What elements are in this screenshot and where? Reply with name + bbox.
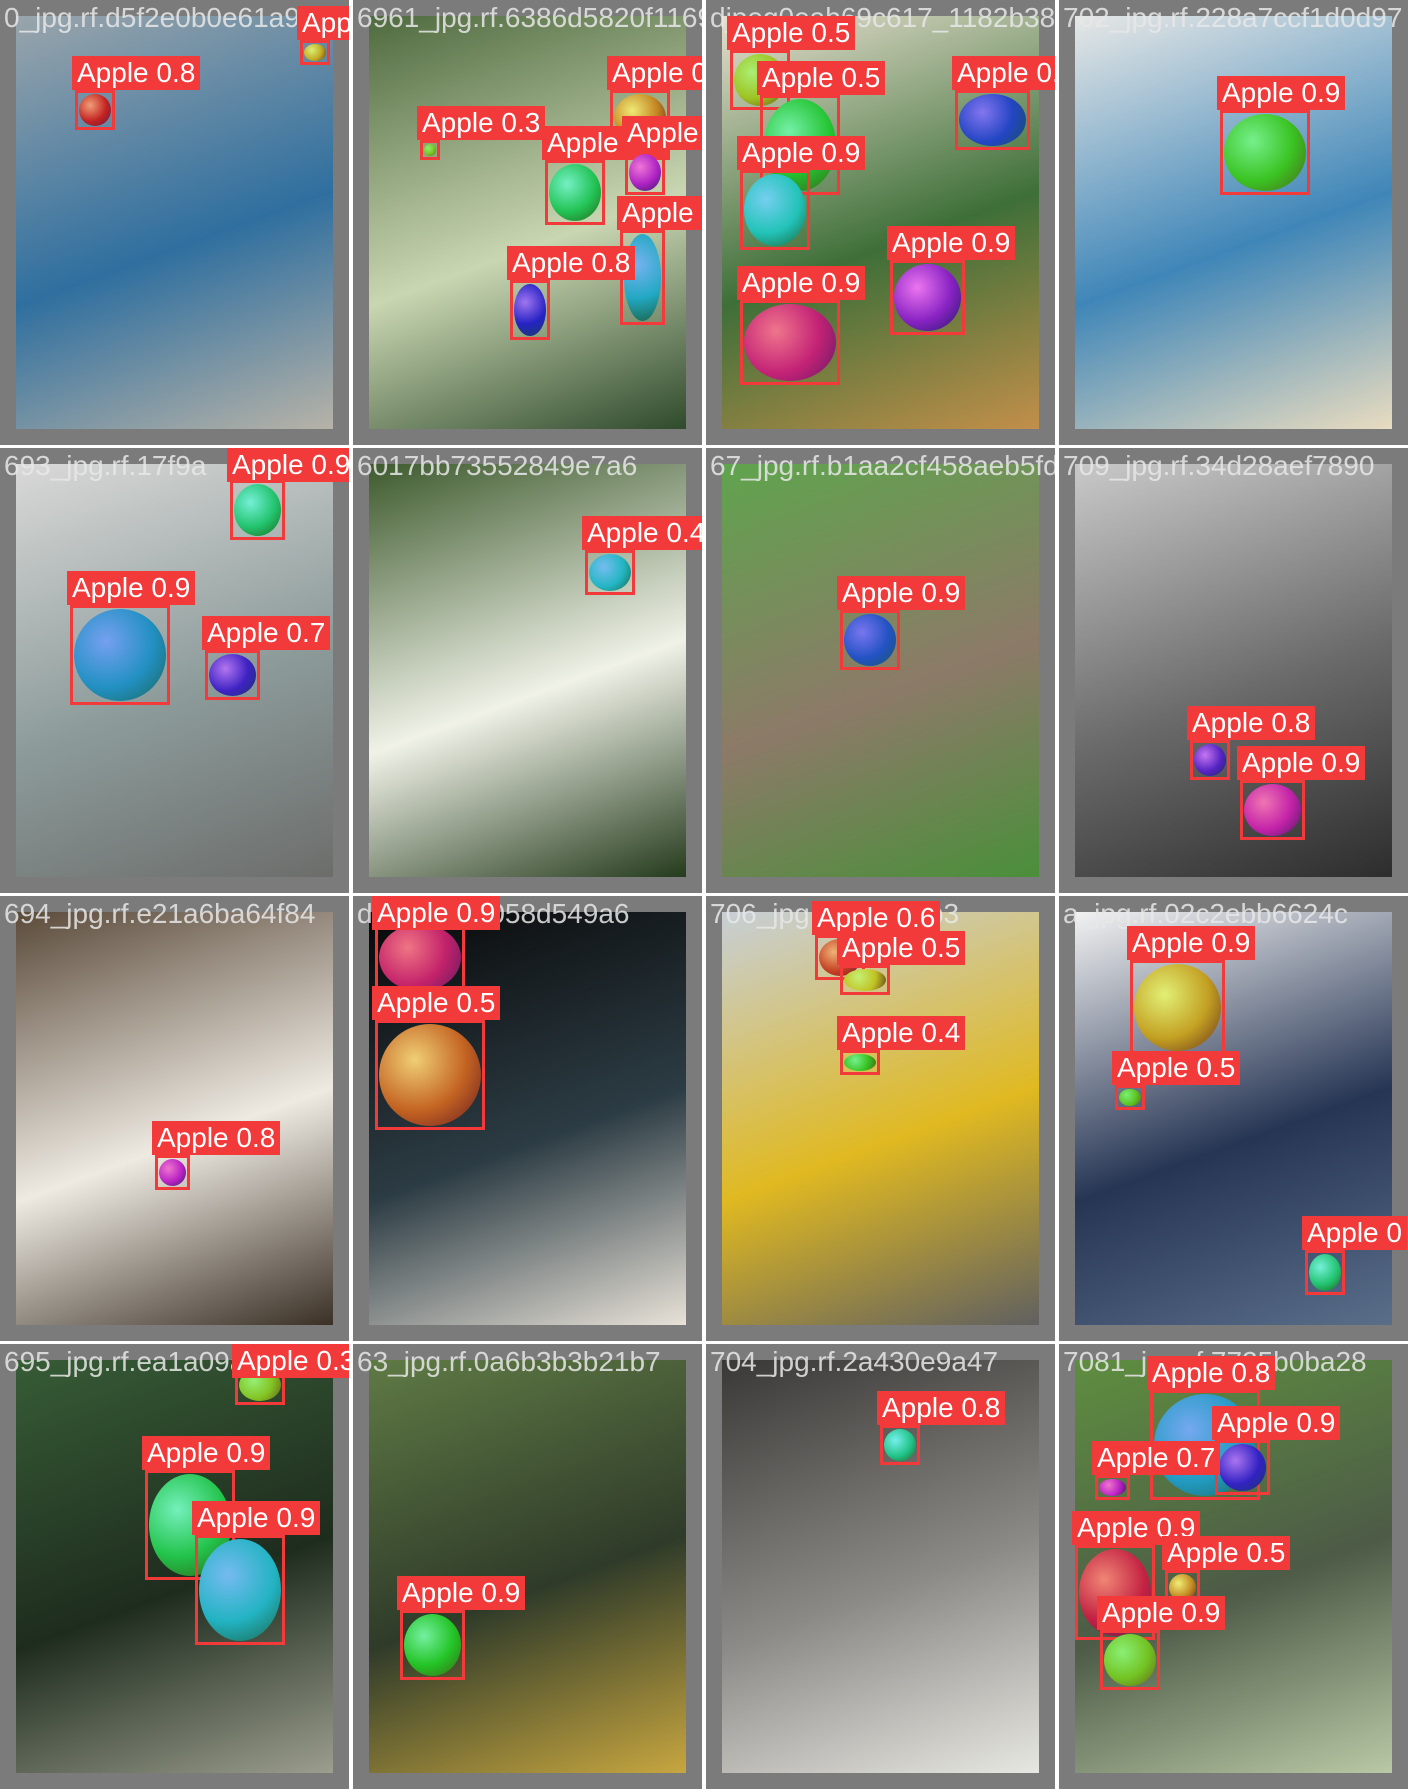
detection-box[interactable] bbox=[70, 605, 170, 705]
detection-label: Apple 0.9 bbox=[607, 56, 702, 90]
tile[interactable]: 67_jpg.rf.b1aa2cf458aeb5fd27 Apple 0.9 bbox=[706, 448, 1055, 893]
detection-label: Apple 0.5 bbox=[727, 16, 856, 50]
tile[interactable]: a_jpg.rf.02c2ebb6624c Apple 0.9 Apple 0.5 A… bbox=[1059, 896, 1408, 1341]
detection-box[interactable] bbox=[625, 150, 665, 195]
detection-box[interactable] bbox=[1305, 1250, 1345, 1295]
detection-box[interactable] bbox=[840, 1050, 880, 1075]
tile[interactable]: 6017bb73552849e7a6 Apple 0.4 bbox=[353, 448, 702, 893]
detection-label: Apple 0.3 bbox=[417, 106, 546, 140]
detection-label: Apple 0.5 bbox=[1162, 1536, 1291, 1570]
detection-label: Apple 0.5 bbox=[372, 986, 501, 1020]
tile[interactable]: 0_jpg.rf.d5f2e0b0e61a96Apple 0.8Apple 0.… bbox=[0, 0, 349, 445]
detection-grid-page: { "tiles": [ {"filename": "0_jpg.rf.d5f2… bbox=[0, 0, 1408, 1792]
tile[interactable]: 63_jpg.rf.0a6b3b3b21b7 Apple 0.9 bbox=[353, 1344, 702, 1789]
detection-box[interactable] bbox=[75, 90, 115, 130]
detection-box[interactable] bbox=[1095, 1475, 1130, 1500]
tile[interactable]: 693_jpg.rf.17f9a Apple 0.9 Apple 0.9 Apple … bbox=[0, 448, 349, 893]
detection-label: Apple 0.4 bbox=[837, 1016, 966, 1050]
detection-box[interactable] bbox=[1190, 740, 1230, 780]
detection-box[interactable] bbox=[375, 920, 465, 995]
detection-label: Apple 0.8 bbox=[877, 1391, 1006, 1425]
detection-label: Apple 0.8 bbox=[72, 56, 201, 90]
tile-photo bbox=[369, 1360, 686, 1773]
tile[interactable]: 706_jpg.rf.2f3802b3Apple 0.6Apple 0.5App… bbox=[706, 896, 1055, 1341]
detection-label: Apple 0.4 bbox=[617, 196, 702, 230]
detection-label: Apple 0.8 bbox=[507, 246, 636, 280]
detection-box[interactable] bbox=[420, 140, 440, 160]
detection-label: Apple 0.9 bbox=[837, 576, 966, 610]
detection-box[interactable] bbox=[545, 160, 605, 225]
detection-label: Apple 0.9 bbox=[1127, 926, 1256, 960]
detection-label: Apple 0.8 bbox=[152, 1121, 281, 1155]
tile-photo bbox=[16, 464, 333, 877]
detection-box[interactable] bbox=[155, 1155, 190, 1190]
detection-label: Apple 0.9 bbox=[622, 116, 702, 150]
detection-box[interactable] bbox=[1130, 960, 1225, 1055]
detection-box[interactable] bbox=[1220, 110, 1310, 195]
detection-label: Apple 0.9 bbox=[1217, 76, 1346, 110]
detection-label: Apple 0.9 bbox=[227, 448, 349, 482]
detection-label: Apple 0.9 bbox=[67, 571, 196, 605]
detection-label: Apple 0.4 bbox=[582, 516, 702, 550]
detection-box[interactable] bbox=[510, 280, 550, 340]
detection-box[interactable] bbox=[205, 650, 260, 700]
tile[interactable]: d5_jpg.rf.3058d549a6Apple 0.9Apple 0.5 bbox=[353, 896, 702, 1341]
tile[interactable]: 6961_jpg.rf.6386d5820f1169Apple 0.9Apple… bbox=[353, 0, 702, 445]
detection-label: Apple 0.3 bbox=[232, 1344, 349, 1378]
detection-label: Apple 0.9 bbox=[1097, 1596, 1226, 1630]
detection-label: Apple 0.9 bbox=[887, 226, 1016, 260]
detection-box[interactable] bbox=[840, 965, 890, 995]
detection-box[interactable] bbox=[230, 480, 285, 540]
detection-box[interactable] bbox=[955, 90, 1030, 150]
detection-box[interactable] bbox=[1100, 1630, 1160, 1690]
detection-box[interactable] bbox=[880, 1425, 920, 1465]
tile[interactable]: 709_jpg.rf.34d28aef7890 Apple 0.8 Apple 0.… bbox=[1059, 448, 1408, 893]
detection-box[interactable] bbox=[375, 1020, 485, 1130]
detection-label: Apple 0.9 bbox=[372, 896, 501, 930]
tile[interactable]: 695_jpg.rf.ea1a09a057 Apple 0.3 Apple 0.9 A… bbox=[0, 1344, 349, 1789]
detection-label: Apple 0.5 bbox=[757, 61, 886, 95]
detection-box[interactable] bbox=[300, 40, 330, 65]
detection-box[interactable] bbox=[1240, 780, 1305, 840]
detection-box[interactable] bbox=[585, 550, 635, 595]
detection-label: Apple 0.6 bbox=[812, 901, 941, 935]
detection-label: Apple 0.3 bbox=[297, 6, 349, 40]
detection-label: Apple 0.9 bbox=[142, 1436, 271, 1470]
detection-label: Apple 0.9 bbox=[1212, 1406, 1341, 1440]
tile[interactable]: 702_jpg.rf.228a7ccf1d0d97 Apple 0.9 bbox=[1059, 0, 1408, 445]
tile-photo bbox=[16, 912, 333, 1325]
detection-label: Apple 0.5 bbox=[1112, 1051, 1241, 1085]
detection-label: Apple 0.9 bbox=[397, 1576, 526, 1610]
tile-photo bbox=[1075, 464, 1392, 877]
detection-box[interactable] bbox=[740, 170, 810, 250]
detection-label: Apple 0.7 bbox=[1092, 1441, 1221, 1475]
detection-label: Apple 0.8 bbox=[1147, 1356, 1276, 1390]
detection-box[interactable] bbox=[890, 260, 965, 335]
detection-label: Apple 0.9 bbox=[1237, 746, 1366, 780]
detection-label: Apple 0.5 bbox=[837, 931, 966, 965]
tile[interactable]: 694_jpg.rf.e21a6ba64f84 Apple 0.8 bbox=[0, 896, 349, 1341]
tile[interactable]: 704_jpg.rf.2a430e9a47 Apple 0.8 bbox=[706, 1344, 1055, 1789]
detection-box[interactable] bbox=[840, 610, 900, 670]
tile[interactable]: 7081_jpg.rf.7725b0ba28Apple 0.8Apple 0.9… bbox=[1059, 1344, 1408, 1789]
detection-label: Apple 0.8 bbox=[1187, 706, 1316, 740]
detection-label: Apple 0.9 bbox=[737, 136, 866, 170]
detection-label: Apple 0.9 bbox=[952, 56, 1055, 90]
detection-box[interactable] bbox=[1215, 1440, 1270, 1495]
detection-label: Apple 0 bbox=[1302, 1216, 1407, 1250]
detection-box[interactable] bbox=[400, 1610, 465, 1680]
tile[interactable]: djpeg0eab69c617_1182b3830 Apple 0.5 Apple … bbox=[706, 0, 1055, 445]
detection-box[interactable] bbox=[1115, 1085, 1145, 1110]
detection-box[interactable] bbox=[195, 1535, 285, 1645]
detection-label: Apple 0.7 bbox=[202, 616, 331, 650]
detection-box[interactable] bbox=[740, 300, 840, 385]
detection-label: Apple 0.9 bbox=[737, 266, 866, 300]
detection-label: Apple 0.9 bbox=[192, 1501, 321, 1535]
tile-photo bbox=[722, 464, 1039, 877]
